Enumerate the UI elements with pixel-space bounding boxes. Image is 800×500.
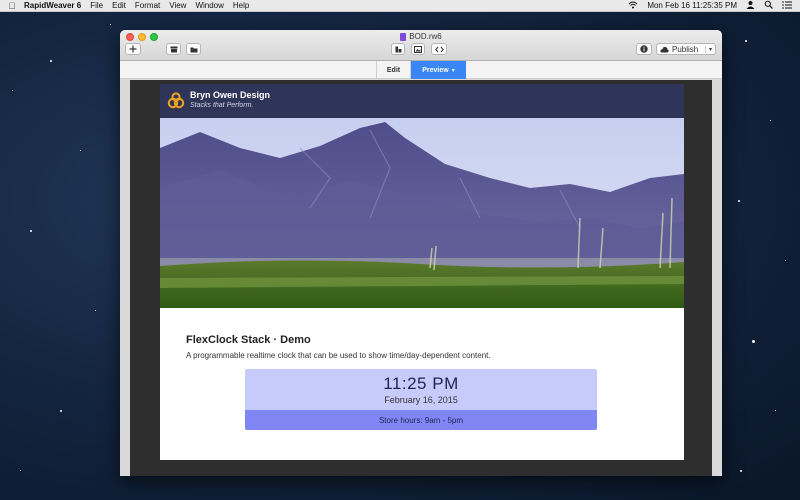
menu-app-name[interactable]: RapidWeaver 6: [24, 1, 81, 10]
menu-format[interactable]: Format: [135, 1, 160, 10]
publish-label: Publish: [672, 44, 699, 54]
publish-button[interactable]: Publish ▾: [656, 43, 716, 55]
wifi-icon[interactable]: [628, 1, 638, 11]
menu-view[interactable]: View: [169, 1, 186, 10]
cloud-upload-icon: [660, 46, 669, 52]
plus-icon: [129, 45, 137, 53]
clock-date: February 16, 2015: [384, 395, 458, 405]
store-hours-banner: Store hours: 9am - 5pm: [245, 410, 597, 430]
site-name[interactable]: Bryn Owen Design: [190, 90, 270, 100]
bod-logo-icon: [167, 92, 185, 109]
info-button[interactable]: [636, 43, 652, 55]
rapidweaver-window: BOD.rw6 Publish ▾ Edit Preview ▾ Bryn Ow…: [120, 30, 722, 476]
resources-button[interactable]: [166, 43, 181, 55]
demo-description: A programmable realtime clock that can b…: [186, 351, 491, 360]
code-button[interactable]: [431, 43, 447, 55]
website-page: Bryn Owen Design Stacks that Perform. Fl…: [160, 84, 684, 460]
menu-bar:  RapidWeaver 6 File Edit Format View Wi…: [0, 0, 800, 12]
menu-edit[interactable]: Edit: [112, 1, 126, 10]
themes-button[interactable]: [186, 43, 201, 55]
demo-title: FlexClock Stack · Demo: [186, 334, 311, 346]
clock-time: 11:25 PM: [383, 374, 459, 393]
spotlight-icon[interactable]: [764, 0, 773, 11]
hero-image: [160, 118, 684, 308]
menu-clock[interactable]: Mon Feb 16 11:25:35 PM: [647, 1, 737, 10]
menu-file[interactable]: File: [90, 1, 103, 10]
clock-display: 11:25 PM February 16, 2015: [245, 369, 597, 410]
media-button[interactable]: [411, 43, 425, 55]
flexclock-widget: 11:25 PM February 16, 2015 Store hours: …: [245, 369, 597, 430]
preview-area: Bryn Owen Design Stacks that Perform. Fl…: [130, 80, 712, 476]
apple-icon[interactable]: : [0, 1, 24, 11]
site-header: Bryn Owen Design Stacks that Perform.: [160, 84, 684, 118]
add-page-button[interactable]: [125, 43, 141, 55]
document-title: BOD.rw6: [120, 32, 722, 41]
mode-switcher: Edit Preview ▾: [120, 61, 722, 79]
tab-preview[interactable]: Preview ▾: [411, 61, 466, 79]
menu-window[interactable]: Window: [195, 1, 223, 10]
image-icon: [414, 45, 422, 53]
document-icon: [400, 32, 407, 41]
tab-preview-label: Preview: [422, 66, 449, 74]
window-titlebar: BOD.rw6 Publish ▾: [120, 30, 722, 61]
chevron-down-icon[interactable]: ▾: [704, 45, 712, 53]
folder-icon: [190, 47, 197, 52]
archive-icon: [170, 46, 177, 52]
code-icon: [434, 46, 444, 52]
tab-edit[interactable]: Edit: [376, 61, 411, 79]
inspector-layout-button[interactable]: [391, 43, 405, 55]
page-body: FlexClock Stack · Demo A programmable re…: [160, 308, 684, 430]
menu-help[interactable]: Help: [233, 1, 249, 10]
document-title-text: BOD.rw6: [409, 32, 442, 41]
user-icon[interactable]: [746, 0, 755, 11]
chevron-down-icon: ▾: [451, 67, 455, 74]
notification-center-icon[interactable]: [782, 0, 792, 11]
layout-icon: [395, 46, 401, 52]
site-tagline: Stacks that Perform.: [190, 102, 254, 109]
info-icon: [640, 45, 648, 53]
